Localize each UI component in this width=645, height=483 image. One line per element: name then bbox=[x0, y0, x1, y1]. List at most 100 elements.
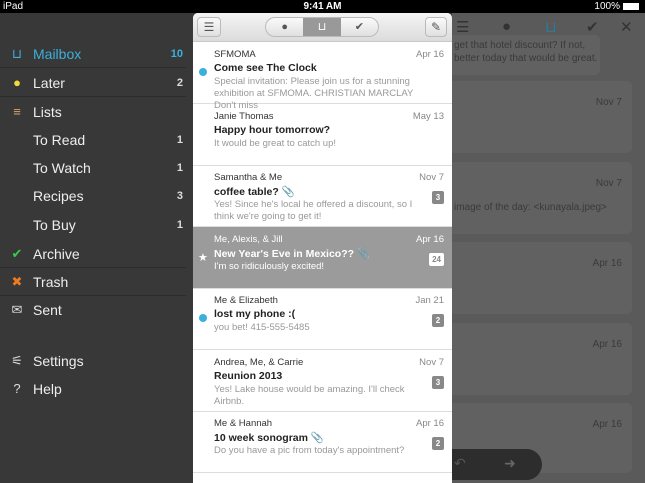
subject: 10 week sonogram bbox=[214, 432, 308, 444]
unread-dot bbox=[199, 68, 207, 76]
sidebar-item-trash[interactable]: ✖ Trash bbox=[0, 268, 186, 296]
clock: 9:41 AM bbox=[303, 1, 342, 12]
unread-dot bbox=[199, 314, 207, 322]
forward-icon[interactable]: ➜ bbox=[504, 455, 516, 472]
date: Nov 7 bbox=[595, 97, 622, 108]
list-item[interactable]: SFMOMA Apr 16 Come see The Clock Special in… bbox=[193, 42, 452, 111]
sliders-icon: ⚟ bbox=[11, 353, 23, 368]
subject: Come see The Clock bbox=[214, 62, 317, 74]
menu-button[interactable]: ☰ bbox=[197, 17, 221, 37]
subject: Happy hour tomorrow? bbox=[214, 123, 331, 136]
help-icon: ? bbox=[13, 381, 21, 396]
menu-icon[interactable]: ☰ bbox=[456, 18, 469, 36]
preview: you bet! 415-555-5485 bbox=[214, 322, 310, 333]
preview: I'm so ridiculously excited! bbox=[214, 260, 325, 272]
sidebar-item-sent[interactable]: ✉ Sent bbox=[0, 296, 186, 324]
sidebar-item-lists[interactable]: ≡ Lists bbox=[0, 98, 186, 126]
message-card[interactable]: Nov 7 image of the day: <kunayala.jpeg> bbox=[452, 161, 632, 234]
sidebar-item-label: Trash bbox=[33, 274, 69, 290]
envelope-icon: ✉ bbox=[11, 302, 23, 317]
sidebar-item-to-read[interactable]: To Read 1 bbox=[0, 126, 186, 154]
message-card[interactable]: Nov 7 bbox=[452, 81, 632, 153]
sidebar-item-label: To Read bbox=[33, 132, 86, 148]
sidebar-item-to-watch[interactable]: To Watch 1 bbox=[0, 154, 186, 182]
reply-forward-bar: ↶ ➜ bbox=[452, 449, 542, 480]
sidebar-item-help[interactable]: ? Help bbox=[0, 375, 186, 403]
sender: Me, Alexis, & Jill bbox=[214, 233, 283, 245]
sender: Janie Thomas bbox=[214, 110, 274, 122]
list-item[interactable]: Andrea, Me, & Carrie Nov 7 Reunion 2013 Yes… bbox=[193, 350, 452, 412]
thread-count-badge: 24 bbox=[429, 252, 444, 266]
mailbox-icon: ⊔ bbox=[11, 46, 23, 61]
subject: lost my phone :( bbox=[214, 308, 296, 320]
sender: Me & Hannah bbox=[214, 418, 273, 429]
sidebar-item-recipes[interactable]: Recipes 3 bbox=[0, 182, 186, 210]
list-item[interactable]: Me & Elizabeth Jan 21 lost my phone :( you … bbox=[193, 288, 452, 350]
list-item[interactable]: Me & Hannah Apr 16 10 week sonogram 📎 Do yo… bbox=[193, 411, 452, 473]
paperclip-icon: 📎 bbox=[310, 432, 324, 444]
close-icon[interactable]: ✕ bbox=[620, 18, 633, 36]
sidebar-item-later[interactable]: ● Later 2 bbox=[0, 69, 186, 97]
date: Apr 16 bbox=[592, 338, 622, 350]
sidebar-item-label: To Buy bbox=[33, 217, 76, 233]
battery-percent: 100% bbox=[594, 1, 620, 12]
x-icon: ✖ bbox=[11, 274, 23, 289]
message-card[interactable]: Apr 16 bbox=[452, 322, 632, 395]
subject: Reunion 2013 bbox=[214, 369, 283, 382]
archive-icon[interactable]: ✔ bbox=[586, 18, 599, 36]
sidebar-item-mailbox[interactable]: ⊔ Mailbox 10 bbox=[0, 40, 186, 68]
date: Apr 16 bbox=[416, 233, 444, 245]
list-item[interactable]: Samantha & Me Nov 7 coffee table? 📎 Yes! Si… bbox=[193, 165, 452, 227]
check-icon: ✔ bbox=[11, 246, 23, 261]
sidebar-item-label: Help bbox=[33, 381, 62, 397]
message-card-text: get that hotel discount? If not, better … bbox=[452, 35, 600, 75]
sidebar-item-count: 1 bbox=[176, 219, 183, 231]
thread-count-badge: 2 bbox=[432, 314, 444, 327]
thread-count-badge: 3 bbox=[432, 191, 444, 204]
message-detail-pane: ☰ ● ⊔ ✔ ✕ get that hotel discount? If no… bbox=[452, 13, 645, 483]
lists-icon: ≡ bbox=[13, 104, 21, 119]
message-text: image of the day: <kunayala.jpeg> bbox=[454, 201, 607, 213]
preview: Do you have a pic from today's appointme… bbox=[214, 445, 405, 456]
date: May 13 bbox=[412, 110, 444, 122]
sender: SFMOMA bbox=[214, 49, 256, 60]
status-bar: iPad 9:41 AM 100% bbox=[0, 0, 645, 13]
later-icon[interactable]: ● bbox=[502, 18, 511, 35]
sidebar-item-to-buy[interactable]: To Buy 1 bbox=[0, 211, 186, 239]
list-item[interactable] bbox=[193, 473, 452, 482]
preview: It would be great to catch up! bbox=[214, 137, 336, 149]
later-tab[interactable]: ● bbox=[266, 18, 303, 36]
list-item[interactable]: ★ Me, Alexis, & Jill Apr 16 New Year's Eve … bbox=[193, 226, 452, 289]
sidebar: ⊔ Mailbox 10 ● Later 2 ≡ Lists To Read 1 To Watch 1… bbox=[0, 13, 192, 483]
message-card[interactable]: Apr 16 bbox=[452, 242, 632, 314]
date: Apr 16 bbox=[416, 418, 444, 429]
sender: Me & Elizabeth bbox=[214, 295, 278, 306]
date: Apr 16 bbox=[416, 49, 444, 60]
star-icon[interactable]: ★ bbox=[198, 251, 208, 264]
sidebar-item-settings[interactable]: ⚟ Settings bbox=[0, 347, 186, 375]
compose-button[interactable]: ✎ bbox=[425, 17, 447, 37]
sidebar-item-label: Later bbox=[33, 75, 65, 91]
sidebar-item-label: Settings bbox=[33, 353, 84, 369]
sidebar-item-archive[interactable]: ✔ Archive bbox=[0, 240, 186, 268]
battery-icon bbox=[623, 2, 639, 10]
sidebar-item-label: Archive bbox=[33, 246, 80, 262]
inbox-tab[interactable]: ⊔ bbox=[303, 18, 341, 36]
mailbox-icon[interactable]: ⊔ bbox=[545, 18, 557, 36]
sender: Andrea, Me, & Carrie bbox=[214, 356, 304, 368]
archive-tab[interactable]: ✔ bbox=[341, 18, 378, 36]
clock-icon: ● bbox=[13, 75, 21, 90]
paperclip-icon: 📎 bbox=[356, 247, 371, 260]
subject: coffee table? bbox=[214, 186, 279, 198]
sidebar-item-label: Recipes bbox=[33, 188, 84, 204]
reply-icon[interactable]: ↶ bbox=[454, 455, 466, 472]
message-list-panel: ☰ ● ⊔ ✔ ✎ SFMOMA Apr 16 Come see The Clock… bbox=[193, 13, 452, 483]
sidebar-item-label: To Watch bbox=[33, 160, 91, 176]
sender: Samantha & Me bbox=[214, 172, 283, 183]
sidebar-item-label: Sent bbox=[33, 302, 62, 318]
list-item[interactable]: Janie Thomas May 13 Happy hour tomorrow? It… bbox=[193, 104, 452, 166]
subject: New Year's Eve in Mexico?? bbox=[214, 247, 355, 260]
date: Jan 21 bbox=[415, 295, 444, 306]
list-toolbar: ☰ ● ⊔ ✔ ✎ bbox=[193, 13, 452, 42]
date: Apr 16 bbox=[592, 258, 622, 269]
